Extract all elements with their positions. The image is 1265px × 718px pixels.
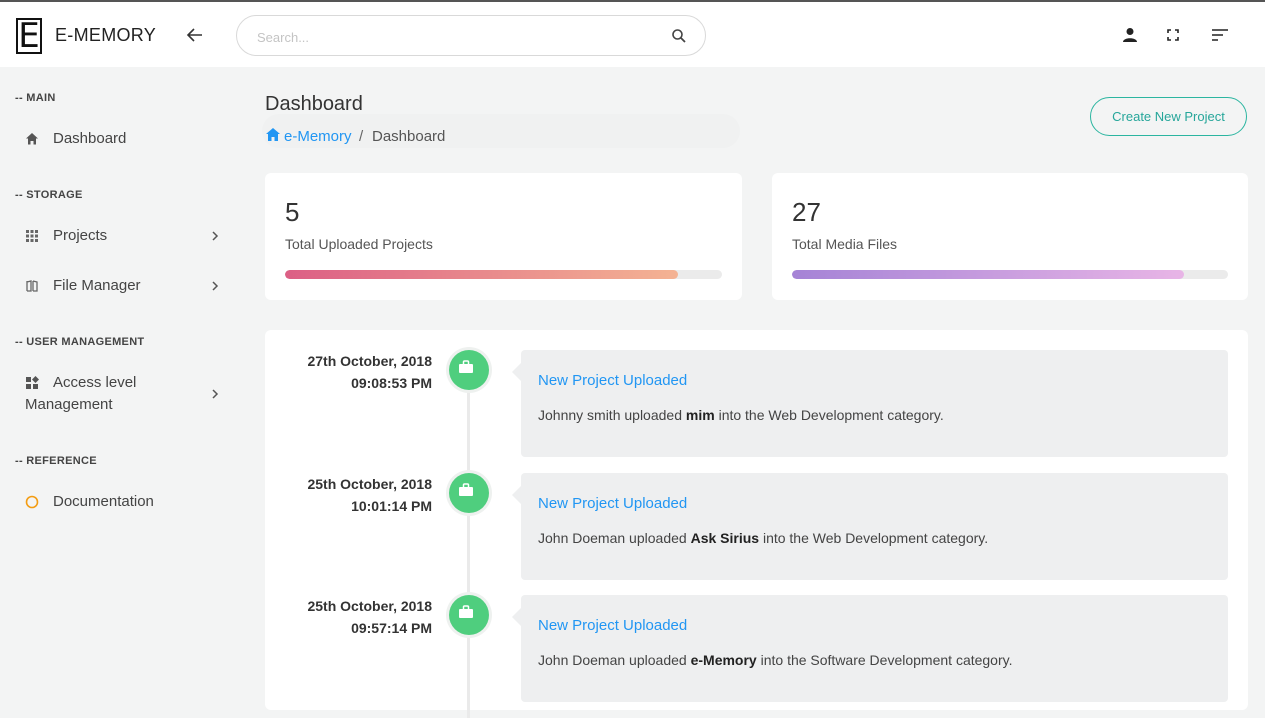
timeline-entry-text: John Doeman uploaded Ask Sirius into the…	[538, 530, 989, 546]
sidebar-item-file-manager[interactable]: File Manager	[25, 277, 225, 297]
sidebar-heading-reference: -- REFERENCE	[15, 455, 97, 467]
stat-value: 27	[792, 197, 821, 227]
timeline-dot	[446, 592, 492, 638]
breadcrumb-home-link[interactable]: e-Memory	[284, 128, 352, 145]
sidebar-item-projects[interactable]: Projects	[25, 227, 225, 247]
timeline-entry: New Project Uploaded John Doeman uploade…	[512, 473, 1228, 580]
page-title: Dashboard	[265, 93, 363, 115]
timeline-date: 27th October, 2018 09:08:53 PM	[265, 350, 432, 394]
create-new-project-button[interactable]: Create New Project	[1090, 97, 1247, 136]
circle-icon	[25, 495, 39, 509]
sidebar-heading-user-management: -- USER MANAGEMENT	[15, 336, 145, 348]
file-manager-icon	[26, 280, 38, 292]
progress-fill	[792, 270, 1185, 279]
chevron-right-icon	[212, 231, 219, 241]
stat-value: 5	[285, 197, 300, 227]
logo[interactable]: E	[16, 18, 42, 54]
fullscreen-icon[interactable]	[1164, 26, 1182, 44]
timeline-entry-text: Johnny smith uploaded mim into the Web D…	[538, 407, 944, 423]
sidebar-heading-storage: -- STORAGE	[15, 189, 83, 201]
briefcase-icon	[459, 483, 473, 496]
timeline-date: 25th October, 2018 09:57:14 PM	[265, 595, 432, 639]
chevron-right-icon	[212, 281, 219, 291]
timeline-date-day: 25th October, 2018	[307, 476, 432, 492]
stat-card-media: 27 Total Media Files	[772, 173, 1248, 300]
activity-timeline: 27th October, 2018 09:08:53 PM New Proje…	[265, 330, 1248, 718]
grid-icon	[26, 230, 38, 242]
sidebar-item-label: Documentation	[53, 493, 154, 510]
sidebar-item-label-line1: Access level	[53, 374, 137, 391]
breadcrumb: e-Memory / Dashboard	[262, 114, 740, 148]
timeline-entry-title[interactable]: New Project Uploaded	[538, 495, 687, 512]
sidebar-item-label-line2: Management	[25, 396, 113, 413]
home-icon	[26, 133, 38, 145]
sidebar-heading-main: -- MAIN	[15, 92, 56, 104]
timeline-entry-title[interactable]: New Project Uploaded	[538, 372, 687, 389]
breadcrumb-separator: /	[359, 128, 364, 145]
progress-bar	[285, 270, 722, 279]
user-icon[interactable]	[1121, 26, 1139, 44]
home-icon[interactable]	[266, 128, 280, 141]
briefcase-icon	[459, 605, 473, 618]
progress-bar	[792, 270, 1228, 279]
timeline-line	[467, 358, 470, 718]
stat-card-projects: 5 Total Uploaded Projects	[265, 173, 742, 300]
sidebar-item-label: Projects	[53, 227, 108, 244]
briefcase-icon	[459, 360, 473, 373]
progress-fill	[285, 270, 679, 279]
top-bar: E E-MEMORY	[0, 0, 1265, 67]
search-input[interactable]	[255, 26, 659, 48]
sidebar-item-label: Dashboard	[53, 130, 127, 147]
brand-name[interactable]: E-MEMORY	[55, 25, 156, 46]
timeline-date-time: 09:08:53 PM	[351, 375, 432, 391]
sidebar-item-access-level[interactable]: Access level Management	[25, 374, 225, 418]
stat-label: Total Uploaded Projects	[285, 236, 433, 252]
logo-letter: E	[18, 16, 40, 56]
search-icon[interactable]	[671, 28, 687, 44]
sidebar: -- MAIN Dashboard -- STORAGE Projects Fi…	[0, 67, 240, 693]
breadcrumb-current: Dashboard	[372, 128, 446, 145]
arrow-left-icon[interactable]	[184, 24, 206, 46]
timeline-entry: New Project Uploaded Johnny smith upload…	[512, 350, 1228, 457]
timeline-dot	[446, 347, 492, 393]
stat-label: Total Media Files	[792, 236, 898, 252]
timeline-date-time: 10:01:14 PM	[351, 498, 432, 514]
sidebar-item-documentation[interactable]: Documentation	[25, 493, 225, 513]
timeline-entry: New Project Uploaded John Doeman uploade…	[512, 595, 1228, 702]
timeline-date-day: 25th October, 2018	[307, 598, 432, 614]
chevron-right-icon	[212, 389, 219, 399]
widgets-icon	[26, 376, 39, 389]
sidebar-item-label: File Manager	[53, 277, 141, 294]
timeline-date-day: 27th October, 2018	[307, 353, 432, 369]
timeline-entry-text: John Doeman uploaded e-Memory into the S…	[538, 652, 1013, 668]
search-box	[236, 15, 706, 56]
sidebar-item-dashboard[interactable]: Dashboard	[25, 130, 225, 150]
timeline-dot	[446, 470, 492, 516]
timeline-entry-title[interactable]: New Project Uploaded	[538, 617, 687, 634]
timeline-date-time: 09:57:14 PM	[351, 620, 432, 636]
sort-icon[interactable]	[1211, 26, 1229, 44]
timeline-date: 25th October, 2018 10:01:14 PM	[265, 473, 432, 517]
